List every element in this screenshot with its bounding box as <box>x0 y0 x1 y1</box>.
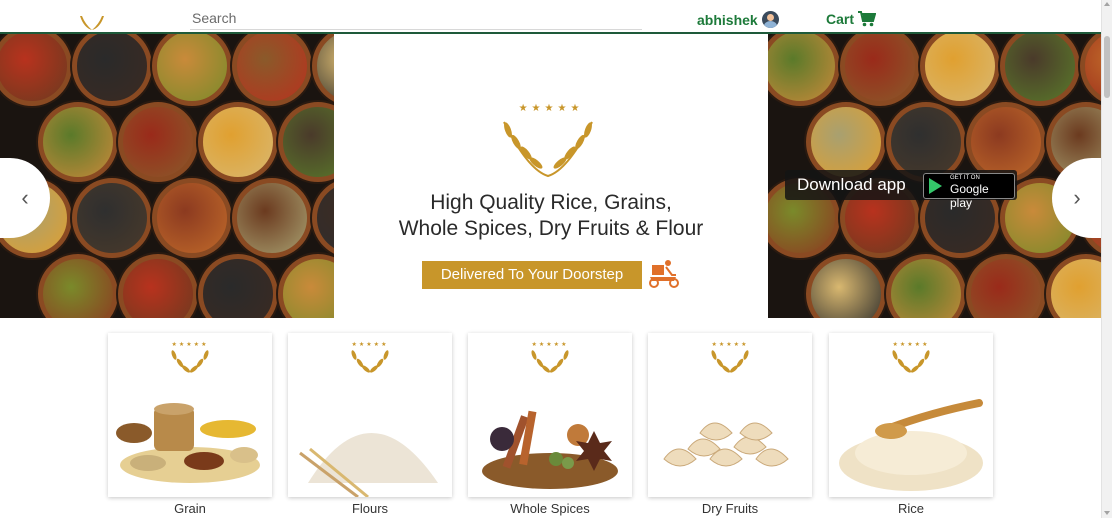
spice-bowl <box>1000 34 1080 106</box>
flour-pile-image <box>299 433 438 497</box>
download-app-banner[interactable]: Download app GET IT ON Google play <box>785 170 1017 210</box>
cart-button[interactable]: Cart <box>826 11 877 27</box>
cart-label: Cart <box>826 11 855 27</box>
spice-bowl <box>1080 34 1102 106</box>
username-label: abhishek <box>697 11 758 28</box>
category-label[interactable]: Grain <box>108 501 272 516</box>
spice-bowl <box>118 254 198 318</box>
rating-stars: ★★★★★ <box>892 342 930 348</box>
rating-stars: ★★★★★ <box>171 342 209 348</box>
spice-bowl <box>966 254 1046 318</box>
avatar-icon <box>761 11 779 28</box>
wheat-logo-icon <box>351 350 389 373</box>
rating-stars: ★★★★★ <box>351 342 389 348</box>
spice-bowl <box>312 178 334 258</box>
category-card[interactable]: ★★★★★ <box>468 333 632 497</box>
grain-sacks-image <box>116 403 260 483</box>
top-header: abhishek Cart <box>0 0 1102 34</box>
spice-bowl <box>312 34 334 106</box>
chevron-left-icon: ‹ <box>21 185 29 210</box>
download-app-label: Download app <box>797 175 906 194</box>
scroll-down-icon[interactable] <box>1104 511 1110 515</box>
spices-image <box>482 410 618 489</box>
search-input[interactable] <box>190 6 642 30</box>
category-card[interactable]: ★★★★★ <box>829 333 993 497</box>
brand-logo-icon[interactable] <box>76 14 108 32</box>
chevron-right-icon: › <box>1073 185 1081 210</box>
spice-bowl <box>38 102 118 182</box>
cart-icon <box>858 11 877 27</box>
spice-bowl <box>198 254 278 318</box>
category-label[interactable]: Dry Fruits <box>648 501 812 516</box>
wheat-logo-icon <box>503 121 593 178</box>
gplay-get-label: GET IT ON <box>950 175 980 181</box>
spice-bowl <box>840 34 920 106</box>
spice-bowl <box>278 254 334 318</box>
scroll-thumb[interactable] <box>1104 36 1110 98</box>
category-label[interactable]: Rice <box>829 501 993 516</box>
spice-bowl <box>232 178 312 258</box>
wheat-logo-icon <box>171 350 209 373</box>
cashews-image <box>663 422 789 467</box>
spice-bowl <box>72 178 152 258</box>
spice-bowl <box>232 34 312 106</box>
google-play-badge[interactable]: GET IT ON Google play <box>923 173 1015 210</box>
gplay-store-label: Google play <box>950 182 989 210</box>
rating-stars: ★★★★★ <box>711 342 749 348</box>
spice-bowl <box>920 34 1000 106</box>
rice-pile-image <box>839 399 983 491</box>
spice-bowl <box>806 254 886 318</box>
category-card[interactable]: ★★★★★ <box>108 333 272 497</box>
spice-bowl <box>152 178 232 258</box>
banner-headline-line1: High Quality Rice, Grains, <box>430 191 672 214</box>
spice-bowl <box>768 34 840 106</box>
spice-bowl <box>0 34 72 106</box>
rating-stars: ★★★★★ <box>518 103 584 114</box>
category-card[interactable]: ★★★★★ <box>648 333 812 497</box>
spice-bowl <box>118 102 198 182</box>
spice-bowl <box>38 254 118 318</box>
rating-stars: ★★★★★ <box>531 342 569 348</box>
category-label[interactable]: Flours <box>288 501 452 516</box>
scroll-up-icon[interactable] <box>1104 2 1110 6</box>
spice-bowl <box>278 102 334 182</box>
category-card[interactable]: ★★★★★ <box>288 333 452 497</box>
spice-bowl <box>1046 254 1102 318</box>
spice-bowl <box>886 254 966 318</box>
delivered-badge: Delivered To Your Doorstep <box>422 261 642 289</box>
wheat-logo-icon <box>531 350 569 373</box>
banner-headline-line2: Whole Spices, Dry Fruits & Flour <box>398 217 704 240</box>
spice-bowl <box>72 34 152 106</box>
spice-bowl <box>198 102 278 182</box>
spices-photo-left <box>0 34 334 318</box>
delivery-scooter-icon <box>649 260 679 288</box>
google-play-icon <box>929 178 942 194</box>
page-scrollbar[interactable] <box>1101 0 1112 518</box>
banner-center-panel: ★★★★★ High Quality Rice, Grains, Whole S… <box>334 34 768 318</box>
hero-banner[interactable]: ★★★★★ High Quality Rice, Grains, Whole S… <box>0 34 1102 318</box>
spice-bowl <box>152 34 232 106</box>
user-account[interactable]: abhishek <box>697 11 779 28</box>
category-label[interactable]: Whole Spices <box>468 501 632 516</box>
wheat-logo-icon <box>711 350 749 373</box>
wheat-logo-icon <box>892 350 930 373</box>
